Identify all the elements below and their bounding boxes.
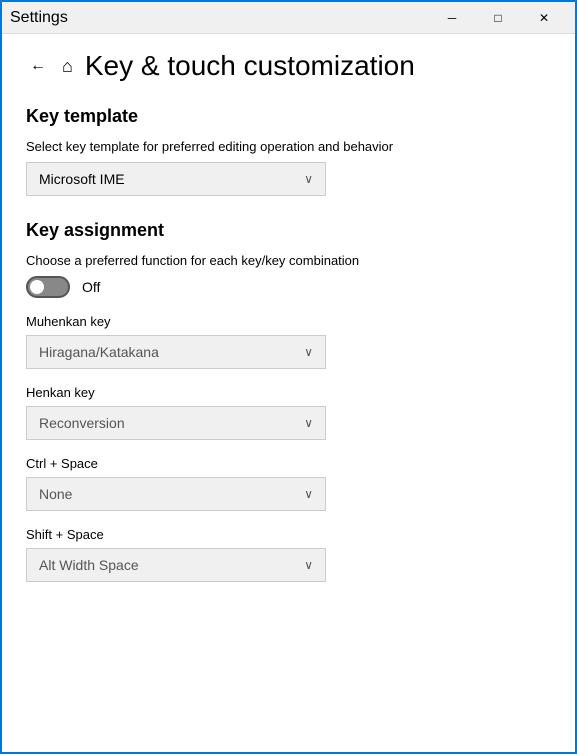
page-header: ← ⌂ Key & touch customization xyxy=(26,50,551,82)
key-assignment-section: Key assignment Choose a preferred functi… xyxy=(26,220,551,582)
henkan-key-dropdown-value: Reconversion xyxy=(39,415,125,431)
toggle-thumb xyxy=(30,280,44,294)
home-icon: ⌂ xyxy=(62,56,73,77)
ctrl-space-label: Ctrl + Space xyxy=(26,456,551,471)
henkan-key-dropdown-arrow: ∨ xyxy=(304,416,313,430)
shift-space-dropdown-arrow: ∨ xyxy=(304,558,313,572)
key-template-dropdown[interactable]: Microsoft IME ∨ xyxy=(26,162,326,196)
close-button[interactable]: ✕ xyxy=(521,2,567,34)
muhenkan-key-label: Muhenkan key xyxy=(26,314,551,329)
henkan-key-label: Henkan key xyxy=(26,385,551,400)
ctrl-space-dropdown[interactable]: None ∨ xyxy=(26,477,326,511)
toggle-row: Off xyxy=(26,276,551,298)
maximize-button[interactable]: □ xyxy=(475,2,521,34)
title-bar-title: Settings xyxy=(10,9,68,27)
key-template-label: Select key template for preferred editin… xyxy=(26,139,551,154)
key-template-dropdown-arrow: ∨ xyxy=(304,172,313,186)
henkan-key-dropdown[interactable]: Reconversion ∨ xyxy=(26,406,326,440)
muhenkan-key-dropdown[interactable]: Hiragana/Katakana ∨ xyxy=(26,335,326,369)
shift-space-dropdown-value: Alt Width Space xyxy=(39,557,139,573)
henkan-key-section: Henkan key Reconversion ∨ xyxy=(26,385,551,440)
key-template-section-title: Key template xyxy=(26,106,551,127)
muhenkan-key-dropdown-arrow: ∨ xyxy=(304,345,313,359)
key-template-section: Key template Select key template for pre… xyxy=(26,106,551,196)
ctrl-space-dropdown-arrow: ∨ xyxy=(304,487,313,501)
title-bar-left: Settings xyxy=(10,9,68,27)
settings-content: ← ⌂ Key & touch customization Key templa… xyxy=(2,34,575,756)
shift-space-label: Shift + Space xyxy=(26,527,551,542)
key-assignment-section-title: Key assignment xyxy=(26,220,551,241)
key-assignment-label: Choose a preferred function for each key… xyxy=(26,253,551,268)
back-icon: ← xyxy=(30,57,46,75)
minimize-button[interactable]: ─ xyxy=(429,2,475,34)
toggle-label: Off xyxy=(82,279,100,295)
back-button[interactable]: ← xyxy=(26,53,50,79)
toggle-track xyxy=(26,276,70,298)
shift-space-section: Shift + Space Alt Width Space ∨ xyxy=(26,527,551,582)
key-assignment-toggle[interactable] xyxy=(26,276,70,298)
muhenkan-key-section: Muhenkan key Hiragana/Katakana ∨ xyxy=(26,314,551,369)
title-bar: Settings ─ □ ✕ xyxy=(2,2,575,34)
ctrl-space-section: Ctrl + Space None ∨ xyxy=(26,456,551,511)
page-title: Key & touch customization xyxy=(85,50,415,82)
ctrl-space-dropdown-value: None xyxy=(39,486,72,502)
shift-space-dropdown[interactable]: Alt Width Space ∨ xyxy=(26,548,326,582)
key-template-dropdown-value: Microsoft IME xyxy=(39,171,125,187)
title-bar-controls: ─ □ ✕ xyxy=(429,2,567,34)
muhenkan-key-dropdown-value: Hiragana/Katakana xyxy=(39,344,159,360)
